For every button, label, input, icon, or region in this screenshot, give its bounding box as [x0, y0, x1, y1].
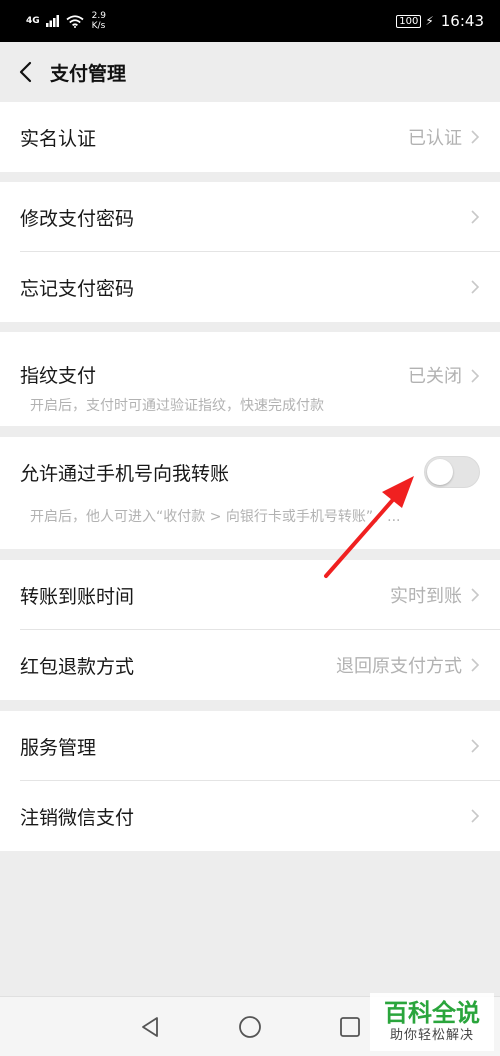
refund-method-row[interactable]: 红包退款方式 退回原支付方式	[0, 630, 500, 700]
chevron-right-icon	[471, 369, 480, 383]
status-right: 100 ⚡ 16:43	[396, 12, 484, 30]
nav-back-button[interactable]	[135, 1012, 165, 1042]
network-speed: 2.9 K/s	[92, 11, 106, 31]
chevron-right-icon	[471, 130, 480, 144]
watermark-subtitle: 助你轻松解决	[389, 1028, 474, 1043]
back-arrow-icon	[19, 61, 32, 83]
chevron-right-icon	[471, 809, 480, 823]
cancel-wechat-pay-label: 注销微信支付	[20, 806, 135, 829]
watermark-title: 百科全说	[384, 999, 480, 1027]
arrival-time-value: 实时到账	[390, 586, 462, 607]
refund-method-label: 红包退款方式	[20, 655, 135, 678]
nav-home-button[interactable]	[235, 1012, 265, 1042]
forgot-password-label: 忘记支付密码	[20, 277, 135, 300]
phone-transfer-desc: 开启后，他人可进入“收付款 > 向银行卡或手机号转账”，...	[30, 509, 401, 525]
network-type: 4G	[26, 15, 40, 26]
page-title: 支付管理	[50, 62, 127, 85]
phone-transfer-label: 允许通过手机号向我转账	[20, 462, 230, 485]
group-phone-transfer: 允许通过手机号向我转账 开启后，他人可进入“收付款 > 向银行卡或手机号转账”，…	[0, 437, 500, 549]
fingerprint-desc: 开启后，支付时可通过验证指纹，快速完成付款	[30, 398, 324, 414]
fingerprint-value: 已关闭	[408, 366, 462, 387]
service-manage-label: 服务管理	[20, 736, 97, 759]
realname-label: 实名认证	[20, 127, 97, 150]
chevron-right-icon	[471, 588, 480, 602]
signal-icon	[45, 15, 59, 27]
arrival-time-row[interactable]: 转账到账时间 实时到账	[0, 560, 500, 630]
forgot-password-row[interactable]: 忘记支付密码	[0, 252, 500, 322]
battery-icon: 100	[396, 14, 422, 28]
group-service: 服务管理 注销微信支付	[0, 711, 500, 851]
watermark: 百科全说 助你轻松解决	[370, 993, 494, 1051]
speed-unit: K/s	[91, 21, 106, 31]
fingerprint-row[interactable]: 指纹支付 已关闭	[0, 332, 500, 394]
wifi-icon	[66, 14, 84, 28]
group-realname: 实名认证 已认证	[0, 102, 500, 172]
charging-icon: ⚡	[425, 14, 434, 28]
modify-password-row[interactable]: 修改支付密码	[0, 182, 500, 252]
back-button[interactable]	[0, 42, 50, 102]
modify-password-label: 修改支付密码	[20, 207, 135, 230]
arrival-time-label: 转账到账时间	[20, 585, 135, 608]
status-time: 16:43	[440, 12, 484, 30]
group-password: 修改支付密码 忘记支付密码	[0, 182, 500, 322]
triangle-back-icon	[142, 1016, 158, 1037]
square-recents-icon	[340, 1016, 360, 1037]
status-bar: 4G 2.9 K/s 100 ⚡ 16:43	[0, 0, 500, 42]
service-manage-row[interactable]: 服务管理	[0, 711, 500, 781]
status-left: 4G 2.9 K/s	[26, 11, 106, 31]
chevron-right-icon	[471, 739, 480, 753]
chevron-right-icon	[471, 280, 480, 294]
circle-home-icon	[239, 1015, 261, 1038]
group-transfer: 转账到账时间 实时到账 红包退款方式 退回原支付方式	[0, 560, 500, 700]
cancel-wechat-pay-row[interactable]: 注销微信支付	[0, 781, 500, 851]
phone-transfer-row: 允许通过手机号向我转账	[0, 437, 500, 507]
toggle-knob	[427, 459, 453, 485]
header: 支付管理	[0, 42, 500, 102]
group-fingerprint: 指纹支付 已关闭 开启后，支付时可通过验证指纹，快速完成付款	[0, 332, 500, 426]
phone-transfer-toggle[interactable]	[424, 456, 480, 488]
chevron-right-icon	[471, 658, 480, 672]
chevron-right-icon	[471, 210, 480, 224]
refund-method-value: 退回原支付方式	[336, 656, 462, 677]
nav-recents-button[interactable]	[335, 1012, 365, 1042]
speed-value: 2.9	[91, 11, 106, 21]
fingerprint-label: 指纹支付	[20, 365, 97, 387]
realname-value: 已认证	[408, 128, 462, 149]
realname-row[interactable]: 实名认证 已认证	[0, 102, 500, 172]
